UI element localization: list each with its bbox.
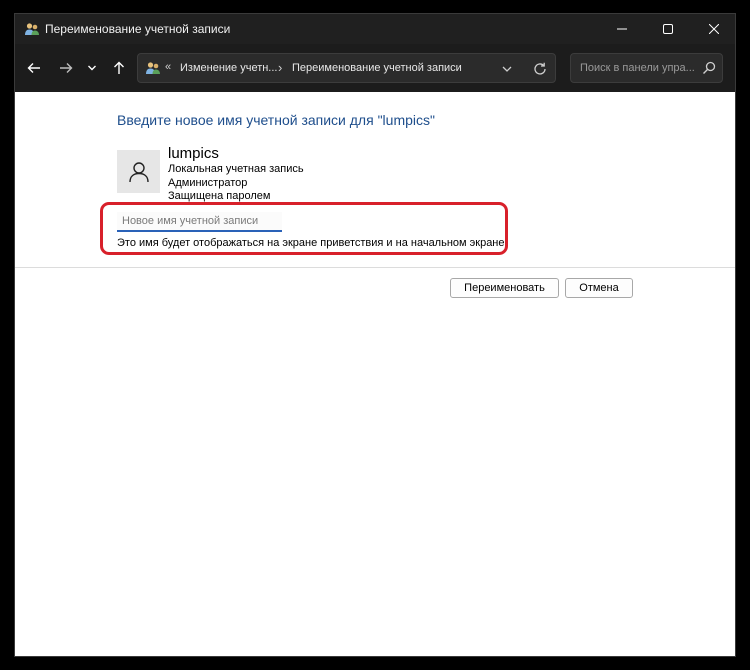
- users-icon: [25, 23, 39, 35]
- arrow-up-icon: [114, 61, 124, 74]
- account-role: Администратор: [168, 177, 248, 189]
- up-button[interactable]: [108, 57, 130, 79]
- search-input[interactable]: Поиск в панели упра...: [570, 53, 723, 83]
- maximize-button[interactable]: [645, 14, 691, 44]
- search-placeholder: Поиск в панели упра...: [580, 62, 695, 74]
- rename-button[interactable]: Переименовать: [450, 278, 559, 298]
- breadcrumb-item[interactable]: Переименование учетной записи: [292, 62, 462, 74]
- highlight-annotation: [100, 202, 508, 255]
- forward-button[interactable]: [55, 57, 77, 79]
- breadcrumb-item[interactable]: Изменение учетн...: [180, 62, 277, 74]
- rename-account-window: Переименование учетной записи « Изменени…: [14, 13, 736, 657]
- arrow-left-icon: [27, 63, 40, 73]
- search-icon[interactable]: [702, 61, 716, 75]
- close-icon: [709, 24, 719, 34]
- divider: [15, 267, 735, 268]
- maximize-icon: [663, 24, 673, 34]
- address-bar[interactable]: « Изменение учетн... › Переименование уч…: [137, 53, 556, 83]
- chevron-down-icon: [88, 65, 96, 71]
- recent-locations-button[interactable]: [81, 57, 103, 79]
- close-button[interactable]: [691, 14, 735, 44]
- minimize-button[interactable]: [599, 14, 645, 44]
- avatar: [117, 150, 160, 193]
- cancel-button[interactable]: Отмена: [565, 278, 633, 298]
- page-title: Введите новое имя учетной записи для "lu…: [117, 112, 435, 128]
- breadcrumb-overflow[interactable]: «: [165, 61, 171, 73]
- arrow-right-icon: [60, 63, 73, 73]
- breadcrumb-separator-icon[interactable]: ›: [278, 60, 282, 75]
- title-bar[interactable]: Переименование учетной записи: [15, 14, 735, 44]
- account-protection: Защищена паролем: [168, 190, 271, 202]
- refresh-icon[interactable]: [532, 61, 548, 77]
- users-icon: [146, 62, 160, 74]
- main-content: Введите новое имя учетной записи для "lu…: [15, 92, 735, 656]
- user-icon: [128, 161, 149, 182]
- chevron-down-icon[interactable]: [500, 62, 514, 76]
- user-name: lumpics: [168, 145, 219, 162]
- back-button[interactable]: [23, 57, 45, 79]
- minimize-icon: [617, 28, 627, 30]
- account-type: Локальная учетная запись: [168, 163, 304, 175]
- window-title: Переименование учетной записи: [45, 22, 231, 36]
- navigation-bar: « Изменение учетн... › Переименование уч…: [15, 44, 735, 92]
